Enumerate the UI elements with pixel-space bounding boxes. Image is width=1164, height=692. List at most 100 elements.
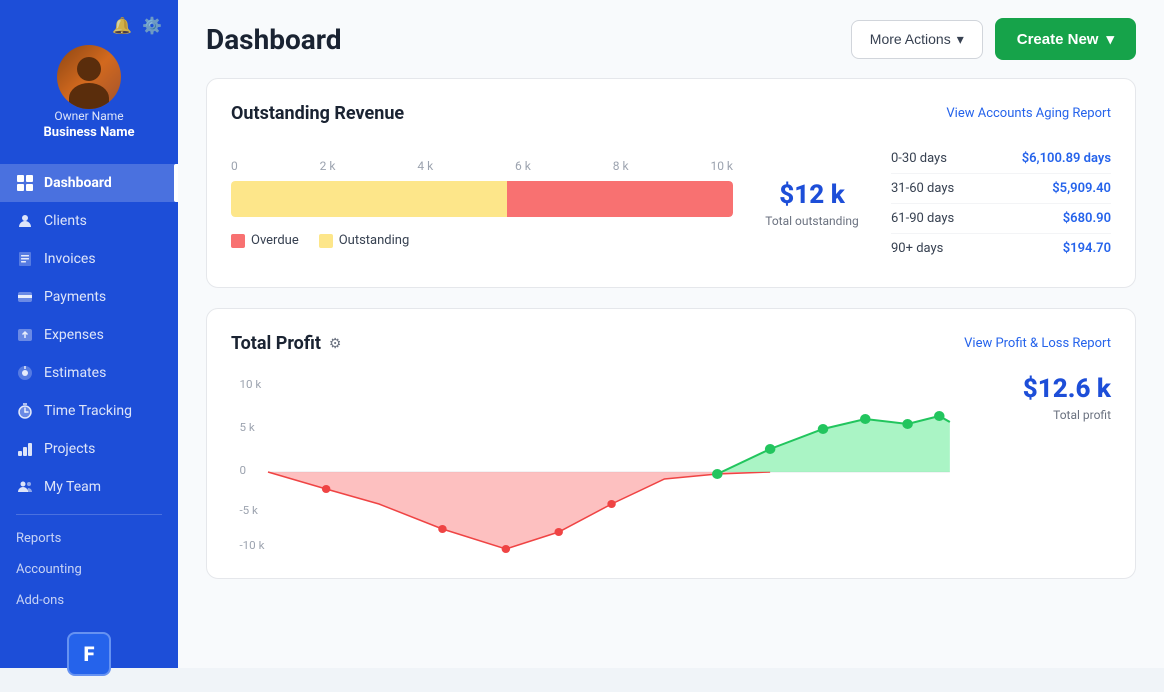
clients-icon (16, 212, 34, 230)
create-new-chevron-icon: ▾ (1106, 30, 1114, 48)
settings-icon[interactable]: ⚙️ (142, 16, 162, 35)
profit-graph: 10 k 5 k 0 -5 k -10 k (231, 374, 971, 554)
svg-text:10 k: 10 k (239, 378, 261, 391)
nav-divider (16, 514, 162, 515)
dashboard-icon (16, 174, 34, 192)
breakdown-row-31-60: 31-60 days $5,909.40 (891, 174, 1111, 204)
view-accounts-aging-link[interactable]: View Accounts Aging Report (946, 106, 1111, 121)
svg-text:5 k: 5 k (239, 421, 255, 434)
main-content: Dashboard More Actions ▾ Create New ▾ Ou… (178, 0, 1164, 668)
legend-overdue: Overdue (231, 233, 299, 248)
projects-icon (16, 440, 34, 458)
breakdown-row-0-30: 0-30 days $6,100.89 days (891, 144, 1111, 174)
breakdown-value-90-plus: $194.70 (1063, 241, 1111, 256)
time-tracking-label: Time Tracking (44, 403, 132, 419)
revenue-summary: $12 k Total outstanding (757, 180, 867, 228)
expenses-icon (16, 326, 34, 344)
svg-text:-5 k: -5 k (239, 504, 258, 517)
sidebar-item-dashboard[interactable]: Dashboard (0, 164, 178, 202)
breakdown-label-90-plus: 90+ days (891, 241, 943, 256)
dashboard-label: Dashboard (44, 175, 112, 191)
sidebar-item-payments[interactable]: Payments (0, 278, 178, 316)
profit-total-amount: $12.6 k (991, 374, 1111, 404)
revenue-total-label: Total outstanding (757, 214, 867, 228)
create-new-button[interactable]: Create New ▾ (995, 18, 1136, 60)
overdue-dot (231, 234, 245, 248)
breakdown-row-61-90: 61-90 days $680.90 (891, 204, 1111, 234)
accounting-label: Accounting (16, 562, 82, 577)
chart-axis: 0 2 k 4 k 6 k 8 k 10 k (231, 159, 733, 173)
sidebar-item-time-tracking[interactable]: Time Tracking (0, 392, 178, 430)
my-team-label: My Team (44, 479, 101, 495)
sidebar-item-add-ons[interactable]: Add-ons (0, 585, 178, 616)
more-actions-button[interactable]: More Actions ▾ (851, 20, 983, 59)
more-actions-chevron-icon: ▾ (957, 31, 964, 48)
content-area: Outstanding Revenue View Accounts Aging … (178, 78, 1164, 668)
owner-name: Owner Name (54, 109, 123, 123)
overdue-label: Overdue (251, 233, 299, 248)
revenue-total-amount: $12 k (757, 180, 867, 210)
sidebar-item-expenses[interactable]: Expenses (0, 316, 178, 354)
svg-text:0: 0 (239, 464, 246, 477)
view-profit-loss-link[interactable]: View Profit & Loss Report (964, 336, 1111, 351)
sidebar-nav: Dashboard Clients Invoices (0, 164, 178, 616)
legend-outstanding: Outstanding (319, 233, 410, 248)
breakdown-value-61-90: $680.90 (1063, 211, 1111, 226)
create-new-label: Create New (1017, 31, 1099, 48)
filter-icon[interactable]: ⚙ (329, 336, 342, 352)
breakdown-label-0-30: 0-30 days (891, 151, 947, 166)
estimates-icon (16, 364, 34, 382)
sidebar-item-invoices[interactable]: Invoices (0, 240, 178, 278)
outstanding-dot (319, 234, 333, 248)
business-name: Business Name (44, 125, 135, 140)
revenue-breakdown: 0-30 days $6,100.89 days 31-60 days $5,9… (891, 144, 1111, 263)
expenses-label: Expenses (44, 327, 104, 343)
sidebar-item-reports[interactable]: Reports (0, 523, 178, 554)
profit-svg-chart: 10 k 5 k 0 -5 k -10 k (231, 374, 971, 554)
outstanding-revenue-header: Outstanding Revenue View Accounts Aging … (231, 103, 1111, 124)
invoices-label: Invoices (44, 251, 96, 267)
sidebar-footer: F (51, 616, 127, 692)
profit-title-row: Total Profit ⚙ (231, 333, 341, 354)
profit-chart-area: 10 k 5 k 0 -5 k -10 k (231, 374, 1111, 554)
outstanding-revenue-title: Outstanding Revenue (231, 103, 404, 124)
sidebar-top-icons: 🔔 ⚙️ (0, 16, 178, 35)
breakdown-label-31-60: 31-60 days (891, 181, 954, 196)
header-actions: More Actions ▾ Create New ▾ (851, 18, 1136, 60)
bar-outstanding (231, 181, 507, 217)
sidebar-item-my-team[interactable]: My Team (0, 468, 178, 506)
sidebar-item-projects[interactable]: Projects (0, 430, 178, 468)
notification-icon[interactable]: 🔔 (112, 16, 132, 35)
svg-text:-10 k: -10 k (239, 539, 264, 552)
payments-label: Payments (44, 289, 106, 305)
clients-label: Clients (44, 213, 87, 229)
breakdown-row-90-plus: 90+ days $194.70 (891, 234, 1111, 263)
sidebar-item-accounting[interactable]: Accounting (0, 554, 178, 585)
sidebar: 🔔 ⚙️ Owner Name Business Name Dashboard (0, 0, 178, 668)
sidebar-item-estimates[interactable]: Estimates (0, 354, 178, 392)
bar-chart-area: 0 2 k 4 k 6 k 8 k 10 k Overd (231, 159, 733, 248)
total-profit-header: Total Profit ⚙ View Profit & Loss Report (231, 333, 1111, 354)
sidebar-item-clients[interactable]: Clients (0, 202, 178, 240)
user-profile-area: Owner Name Business Name (0, 45, 178, 152)
freshbooks-logo: F (67, 632, 111, 676)
bar-overdue (507, 181, 733, 217)
outstanding-revenue-card: Outstanding Revenue View Accounts Aging … (206, 78, 1136, 288)
more-actions-label: More Actions (870, 31, 951, 47)
page-title: Dashboard (206, 23, 342, 56)
projects-label: Projects (44, 441, 95, 457)
reports-label: Reports (16, 531, 61, 546)
breakdown-label-61-90: 61-90 days (891, 211, 954, 226)
outstanding-revenue-chart-section: 0 2 k 4 k 6 k 8 k 10 k Overd (231, 144, 1111, 263)
total-profit-title: Total Profit (231, 333, 321, 354)
time-tracking-icon (16, 402, 34, 420)
breakdown-value-0-30: $6,100.89 days (1022, 151, 1111, 166)
chart-legend: Overdue Outstanding (231, 233, 733, 248)
my-team-icon (16, 478, 34, 496)
estimates-label: Estimates (44, 365, 106, 381)
invoices-icon (16, 250, 34, 268)
page-header: Dashboard More Actions ▾ Create New ▾ (178, 0, 1164, 78)
outstanding-label: Outstanding (339, 233, 410, 248)
breakdown-value-31-60: $5,909.40 (1052, 181, 1111, 196)
stacked-bar-chart (231, 181, 733, 217)
